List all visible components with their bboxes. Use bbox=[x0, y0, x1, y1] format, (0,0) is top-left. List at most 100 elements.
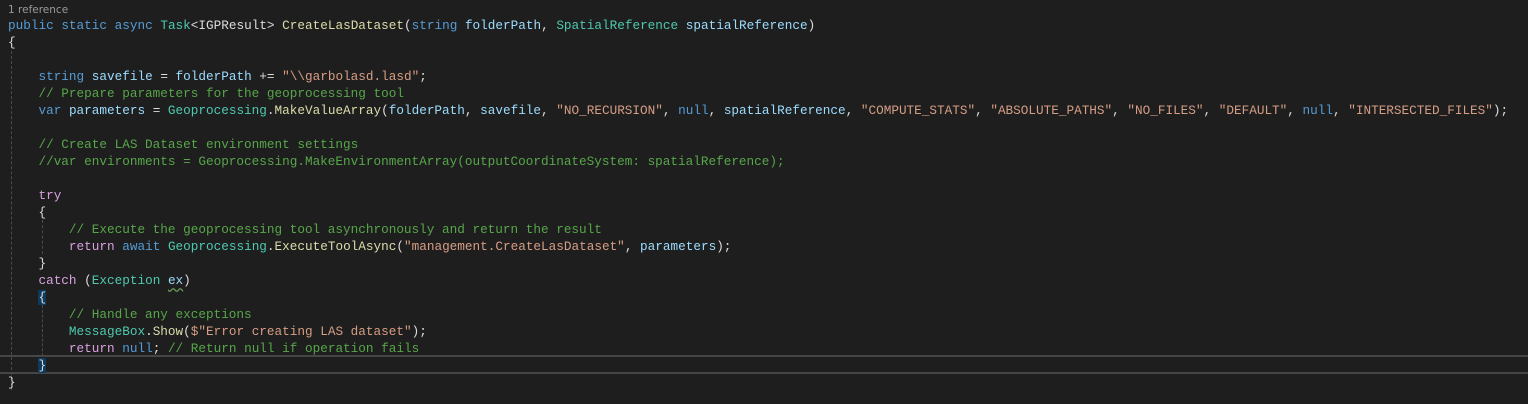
code-token: folderPath bbox=[464, 18, 542, 33]
code-line[interactable]: // Prepare parameters for the geoprocess… bbox=[8, 85, 1508, 102]
code-token: ) bbox=[807, 18, 816, 33]
code-token: public bbox=[8, 18, 54, 33]
code-token: // Prepare parameters for the geoprocess… bbox=[38, 86, 404, 101]
code-token: SpatialReference bbox=[556, 18, 679, 33]
code-token: Geoprocessing bbox=[167, 239, 267, 254]
code-token: // Create LAS Dataset environment settin… bbox=[38, 137, 359, 152]
code-token: ExecuteToolAsync bbox=[274, 239, 397, 254]
code-token: . bbox=[266, 239, 275, 254]
code-token: spatialReference bbox=[685, 18, 808, 33]
code-token: spatialReference bbox=[723, 103, 846, 118]
code-token: ) bbox=[183, 273, 191, 288]
codelens-references[interactable]: 1 reference bbox=[8, 4, 68, 16]
code-token: // Handle any exceptions bbox=[68, 307, 252, 322]
code-token: , bbox=[1203, 103, 1219, 118]
code-token: return bbox=[68, 239, 115, 254]
code-line[interactable]: // Execute the geoprocessing tool asynch… bbox=[8, 221, 1508, 238]
code-line[interactable]: // Create LAS Dataset environment settin… bbox=[8, 136, 1508, 153]
code-token: "ABSOLUTE_PATHS" bbox=[990, 103, 1113, 118]
code-token: "NO_FILES" bbox=[1127, 103, 1204, 118]
code-token: , bbox=[1333, 103, 1349, 118]
code-editor[interactable]: 1 reference public static async Task<IGP… bbox=[0, 0, 1528, 404]
code-token: Exception bbox=[91, 273, 161, 288]
code-token: string bbox=[411, 18, 458, 33]
code-token: parameters bbox=[68, 103, 146, 118]
code-line[interactable]: { bbox=[8, 204, 1508, 221]
code-line[interactable] bbox=[8, 51, 1508, 68]
code-token: ; bbox=[419, 69, 427, 84]
code-token: , bbox=[845, 103, 861, 118]
code-line[interactable]: // Handle any exceptions bbox=[8, 306, 1508, 323]
code-token: MakeValueArray bbox=[274, 103, 382, 118]
code-line[interactable]: } bbox=[8, 374, 1508, 391]
code-token: } bbox=[38, 358, 47, 373]
code-line[interactable]: public static async Task<IGPResult> Crea… bbox=[8, 17, 1508, 34]
code-token: . bbox=[145, 324, 153, 339]
code-line[interactable] bbox=[8, 119, 1508, 136]
code-line[interactable]: { bbox=[8, 289, 1508, 306]
code-token: , bbox=[464, 103, 481, 118]
code-token: , bbox=[1287, 103, 1303, 118]
code-token: "\\garbolasd.lasd" bbox=[282, 69, 420, 84]
code-token: , bbox=[541, 18, 557, 33]
code-token: // Execute the geoprocessing tool asynch… bbox=[68, 222, 602, 237]
code-token: savefile bbox=[91, 69, 153, 84]
code-token: Show bbox=[152, 324, 184, 339]
code-token: string bbox=[38, 69, 85, 84]
code-line[interactable]: //var environments = Geoprocessing.MakeE… bbox=[8, 153, 1508, 170]
code-token: ); bbox=[716, 239, 732, 254]
code-token: , bbox=[708, 103, 724, 118]
code-token: } bbox=[38, 256, 47, 271]
code-token: $"Error creating LAS dataset" bbox=[190, 324, 412, 339]
code-token: "NO_RECURSION" bbox=[556, 103, 663, 118]
code-token: ( bbox=[404, 18, 412, 33]
code-token: , bbox=[541, 103, 557, 118]
code-token: folderPath bbox=[388, 103, 465, 118]
code-token: try bbox=[38, 188, 62, 203]
code-line[interactable]: string savefile = folderPath += "\\garbo… bbox=[8, 68, 1508, 85]
code-token: { bbox=[38, 205, 47, 220]
code-line[interactable]: { bbox=[8, 34, 1508, 51]
code-token: "management.CreateLasDataset" bbox=[404, 239, 625, 254]
code-token: null bbox=[1302, 103, 1333, 118]
code-token: "DEFAULT" bbox=[1218, 103, 1288, 118]
code-token: savefile bbox=[480, 103, 542, 118]
code-line[interactable]: var parameters = Geoprocessing.MakeValue… bbox=[8, 102, 1508, 119]
code-line[interactable]: try bbox=[8, 187, 1508, 204]
code-token: await bbox=[122, 239, 161, 254]
code-line[interactable]: MessageBox.Show($"Error creating LAS dat… bbox=[8, 323, 1508, 340]
code-token: ( bbox=[76, 273, 92, 288]
code-line[interactable]: return null; // Return null if operation… bbox=[8, 340, 1508, 357]
code-token: // Return null if operation fails bbox=[167, 341, 420, 356]
code-token: = bbox=[152, 69, 176, 84]
code-token: ); bbox=[1492, 103, 1509, 118]
code-line[interactable]: } bbox=[8, 255, 1508, 272]
code-token: ex bbox=[167, 273, 184, 288]
code-token: ; bbox=[152, 341, 168, 356]
code-token: } bbox=[8, 375, 16, 390]
code-token: null bbox=[122, 341, 153, 356]
code-line[interactable]: } bbox=[8, 357, 1508, 374]
code-token: parameters bbox=[640, 239, 717, 254]
code-token: , bbox=[1112, 103, 1128, 118]
code-line[interactable]: catch (Exception ex) bbox=[8, 272, 1508, 289]
code-token: <IGPResult> bbox=[190, 18, 283, 33]
code-token: Geoprocessing bbox=[167, 103, 267, 118]
code-token: . bbox=[266, 103, 275, 118]
code-token: ( bbox=[381, 103, 389, 118]
code-token: += bbox=[251, 69, 283, 84]
code-token: "COMPUTE_STATS" bbox=[860, 103, 976, 118]
code-token: , bbox=[624, 239, 641, 254]
code-line[interactable]: return await Geoprocessing.ExecuteToolAs… bbox=[8, 238, 1508, 255]
code-token: catch bbox=[38, 273, 77, 288]
code-token: ); bbox=[411, 324, 427, 339]
code-token: ( bbox=[396, 239, 404, 254]
code-line[interactable] bbox=[8, 170, 1508, 187]
code-lines[interactable]: public static async Task<IGPResult> Crea… bbox=[8, 17, 1508, 391]
code-token: return bbox=[68, 341, 115, 356]
